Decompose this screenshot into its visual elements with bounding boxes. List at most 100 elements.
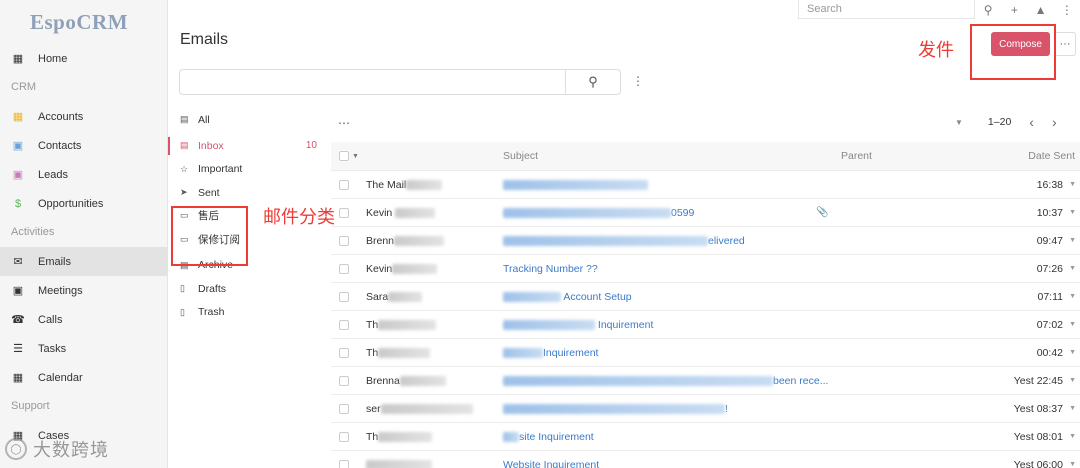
caret-down-icon[interactable]: ▼	[352, 153, 359, 160]
row-subject[interactable]: Inquirement	[503, 347, 598, 359]
row-menu-caret-icon[interactable]: ▼	[1069, 433, 1076, 440]
row-checkbox[interactable]	[339, 291, 349, 302]
table-row[interactable]: Th Inquirement 07:02 ▼	[331, 310, 1080, 338]
espocrm-logo[interactable]: EspoCRM	[0, 0, 167, 44]
row-checkbox[interactable]	[339, 179, 349, 190]
table-row[interactable]: Th site Inquirement Yest 08:01 ▼	[331, 422, 1080, 450]
folder-all[interactable]: ▤ All	[168, 108, 328, 131]
search-input[interactable]	[179, 69, 566, 95]
search-more-icon[interactable]: ⋮	[632, 74, 644, 88]
row-menu-caret-icon[interactable]: ▼	[1069, 405, 1076, 412]
sidebar-item-opportunities[interactable]: $ Opportunities	[0, 189, 167, 218]
row-menu-caret-icon[interactable]: ▼	[1069, 209, 1076, 216]
inbox-icon: ▤	[180, 140, 189, 151]
row-from[interactable]: ser	[366, 403, 473, 415]
row-menu-caret-icon[interactable]: ▼	[1069, 321, 1076, 328]
task-list-icon: ☰	[13, 343, 23, 355]
table-row[interactable]: Kevin 0599 📎 10:37 ▼	[331, 198, 1080, 226]
compose-annotation-box	[970, 24, 1056, 80]
folder-sent[interactable]: ➤ Sent	[168, 181, 328, 204]
calendar-check-icon: ▣	[12, 285, 24, 297]
header-more-button[interactable]: ···	[1054, 32, 1076, 56]
row-checkbox[interactable]	[339, 263, 349, 274]
row-from[interactable]: Sara	[366, 291, 423, 303]
select-all-checkbox[interactable]	[339, 151, 349, 161]
table-row[interactable]: Brenn elivered 09:47 ▼	[331, 226, 1080, 254]
sidebar-item-label: Meetings	[38, 284, 83, 297]
row-subject[interactable]: 0599	[503, 207, 694, 219]
caret-down-icon[interactable]: ▼	[955, 118, 963, 127]
sidebar-item-leads[interactable]: ▣ Leads	[0, 160, 167, 189]
sidebar-item-tasks[interactable]: ☰ Tasks	[0, 334, 167, 363]
list-actions-menu[interactable]: ⋯	[338, 116, 350, 130]
row-from[interactable]: Th	[366, 431, 433, 443]
row-from[interactable]: Th	[366, 347, 431, 359]
sidebar-item-calendar[interactable]: ▦ Calendar	[0, 363, 167, 392]
folder-important[interactable]: ☆ Important	[168, 158, 328, 181]
row-subject[interactable]: elivered	[503, 235, 745, 247]
row-checkbox[interactable]	[339, 459, 349, 468]
row-subject[interactable]: Tracking Number ??	[503, 263, 598, 275]
sidebar-item-contacts[interactable]: ▣ Contacts	[0, 131, 167, 160]
sidebar-item-label: Accounts	[38, 110, 84, 123]
sidebar-item-calls[interactable]: ☎ Calls	[0, 305, 167, 334]
chevron-left-icon[interactable]: ‹	[1029, 114, 1034, 130]
row-checkbox[interactable]	[339, 431, 349, 442]
row-from[interactable]: Kevin	[366, 207, 436, 219]
more-icon[interactable]: ⋮	[1054, 3, 1080, 17]
row-checkbox[interactable]	[339, 375, 349, 386]
sidebar-item-label: Calendar	[38, 371, 83, 384]
row-checkbox[interactable]	[339, 319, 349, 330]
row-subject[interactable]: Inquirement	[503, 319, 653, 331]
table-row[interactable]: Brenna been rece... Yest 22:45 ▼	[331, 366, 1080, 394]
column-parent[interactable]: Parent	[841, 150, 872, 162]
row-menu-caret-icon[interactable]: ▼	[1069, 265, 1076, 272]
search-button[interactable]: ⚲	[565, 69, 621, 95]
column-date-sent[interactable]: Date Sent	[1028, 150, 1075, 162]
table-row[interactable]: The Mail 16:38 ▼	[331, 170, 1080, 198]
row-from[interactable]: Brenn	[366, 235, 445, 247]
table-row[interactable]: Sara Account Setup 07:11 ▼	[331, 282, 1080, 310]
row-menu-caret-icon[interactable]: ▼	[1069, 293, 1076, 300]
sidebar-item-meetings[interactable]: ▣ Meetings	[0, 276, 167, 305]
bell-icon[interactable]: ▲	[1027, 3, 1053, 17]
row-from[interactable]: Th	[366, 319, 437, 331]
row-checkbox[interactable]	[339, 403, 349, 414]
plus-icon[interactable]: +	[1001, 3, 1027, 17]
global-search-input[interactable]: Search	[798, 0, 975, 19]
chevron-right-icon[interactable]: ›	[1052, 114, 1057, 130]
sidebar-item-emails[interactable]: ✉ Emails	[0, 247, 167, 276]
row-subject[interactable]: !	[503, 403, 728, 415]
row-date: 07:11	[1037, 290, 1064, 303]
row-menu-caret-icon[interactable]: ▼	[1069, 349, 1076, 356]
folder-inbox[interactable]: ▤ Inbox 10	[168, 134, 328, 157]
row-subject[interactable]	[503, 179, 648, 191]
row-subject[interactable]: Account Setup	[503, 291, 632, 303]
row-from[interactable]	[366, 459, 432, 468]
sidebar-item-home[interactable]: ▦ Home	[0, 44, 167, 73]
row-date: Yest 06:00	[1013, 458, 1063, 468]
row-subject[interactable]: been rece...	[503, 375, 828, 387]
column-subject[interactable]: Subject	[503, 150, 538, 162]
table-row[interactable]: Website Inquirement Yest 06:00 ▼	[331, 450, 1080, 468]
table-row[interactable]: Kevin Tracking Number ?? 07:26 ▼	[331, 254, 1080, 282]
folder-trash[interactable]: ▯ Trash	[168, 300, 328, 323]
row-from[interactable]: Brenna	[366, 375, 446, 387]
row-checkbox[interactable]	[339, 207, 349, 218]
sidebar: EspoCRM ▦ Home CRM ▦ Accounts ▣ Contacts…	[0, 0, 168, 468]
search-icon[interactable]: ⚲	[975, 3, 1001, 17]
row-checkbox[interactable]	[339, 235, 349, 246]
row-menu-caret-icon[interactable]: ▼	[1069, 237, 1076, 244]
row-menu-caret-icon[interactable]: ▼	[1069, 377, 1076, 384]
row-subject[interactable]: Website Inquirement	[503, 459, 599, 468]
folder-drafts[interactable]: ▯ Drafts	[168, 277, 328, 300]
table-row[interactable]: Th Inquirement 00:42 ▼	[331, 338, 1080, 366]
row-from[interactable]: Kevin	[366, 263, 438, 275]
row-menu-caret-icon[interactable]: ▼	[1069, 181, 1076, 188]
row-checkbox[interactable]	[339, 347, 349, 358]
row-from[interactable]: The Mail	[366, 179, 443, 191]
sidebar-item-accounts[interactable]: ▦ Accounts	[0, 102, 167, 131]
row-subject[interactable]: site Inquirement	[503, 431, 594, 443]
row-menu-caret-icon[interactable]: ▼	[1069, 461, 1076, 468]
table-row[interactable]: ser ! Yest 08:37 ▼	[331, 394, 1080, 422]
